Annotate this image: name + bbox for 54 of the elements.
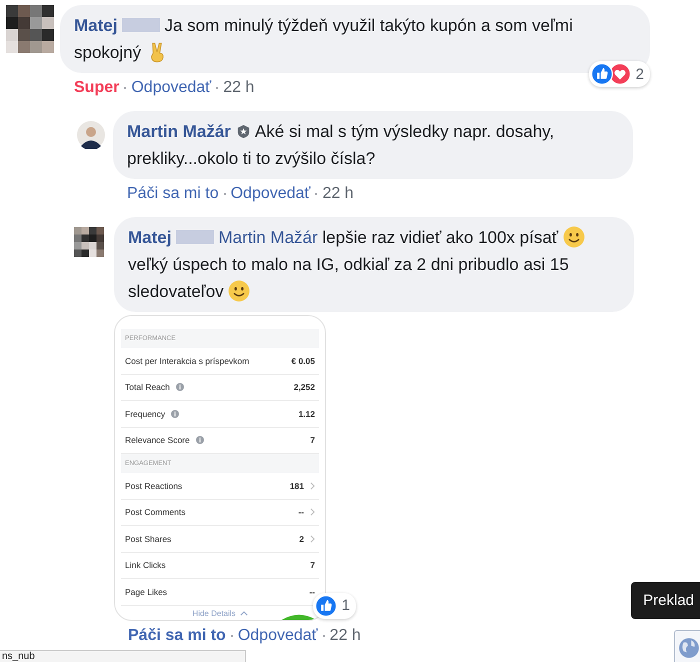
reply-link[interactable]: Odpovedať: [230, 185, 310, 203]
author-name[interactable]: Matej: [74, 16, 118, 35]
reply-link[interactable]: Odpovedať: [238, 626, 318, 644]
author-name[interactable]: Martin Mažár: [127, 122, 231, 141]
reaction-link[interactable]: Super: [74, 79, 120, 97]
tooltip: Preklad: [631, 582, 700, 619]
metric-label: Post Reactions: [125, 480, 182, 491]
translate-button[interactable]: [674, 630, 700, 662]
comment-text: Matej Martin Mažár lepšie raz vidieť ako 100x písať veľký úspech to malo na IG, odkiaľ za 2 dni pribudlo asi 15 sledovateľov: [128, 224, 620, 305]
metric-value: 7: [310, 435, 315, 446]
metric-label: Post Comments: [125, 507, 186, 518]
metric-label: Page Likes: [125, 586, 168, 597]
separator-dot: [216, 87, 218, 89]
metric-label: Cost per Interakcia s príspevkom: [125, 356, 250, 366]
timestamp[interactable]: 22 h: [322, 185, 354, 203]
avatar[interactable]: [77, 121, 105, 149]
insights-screenshot[interactable]: [114, 315, 326, 620]
metric-label: Total Reach: [125, 382, 170, 392]
comment-text: Matej Ja som minulý týždeň využil takýto kupón a som veľmi spokojný: [74, 15, 574, 65]
metric-value: 2,252: [294, 382, 315, 392]
metric-value: € 0.05: [291, 356, 315, 366]
status-bar: ns_nub: [0, 650, 246, 662]
timestamp[interactable]: 22 h: [223, 79, 254, 97]
separator-dot: [315, 193, 318, 195]
metric-value: --: [309, 586, 315, 597]
reaction-link[interactable]: Páči sa mi to: [127, 185, 219, 203]
caret-up-icon: [240, 610, 248, 616]
separator-dot: [224, 193, 226, 195]
like-icon: [314, 594, 337, 616]
like-icon: [590, 63, 613, 85]
metric-value: 2: [299, 534, 304, 544]
reply-link[interactable]: Odpovedať: [131, 79, 212, 97]
metric-label: Relevance Score: [125, 435, 190, 446]
separator-dot: [124, 87, 126, 89]
reaction-count[interactable]: 1: [312, 592, 356, 618]
metric-label: Frequency: [125, 408, 166, 419]
metric-label: Link Clicks: [125, 560, 166, 570]
metric-label: Post Shares: [125, 534, 172, 544]
metric-value: 1.12: [298, 408, 315, 419]
smiley-icon: [562, 226, 585, 248]
avatar[interactable]: [6, 5, 54, 53]
separator-dot: [230, 634, 233, 636]
metric-value: --: [298, 507, 304, 518]
mention-link[interactable]: Martin Mažár: [218, 228, 318, 247]
separator-dot: [322, 634, 325, 636]
timestamp[interactable]: 22 h: [330, 626, 361, 644]
reaction-link[interactable]: Páči sa mi to: [128, 626, 226, 644]
author-name[interactable]: Matej: [128, 228, 172, 247]
reaction-count[interactable]: 2: [588, 61, 650, 87]
avatar[interactable]: [72, 227, 106, 257]
metric-value: 7: [310, 560, 315, 570]
comment-text: Martin Mažár Aké si mal s tým výsledky napr. dosahy, prekliky...okolo ti to zvýšilo čísla?: [127, 121, 556, 170]
metric-value: 181: [290, 480, 304, 491]
smiley-icon: [228, 280, 250, 302]
